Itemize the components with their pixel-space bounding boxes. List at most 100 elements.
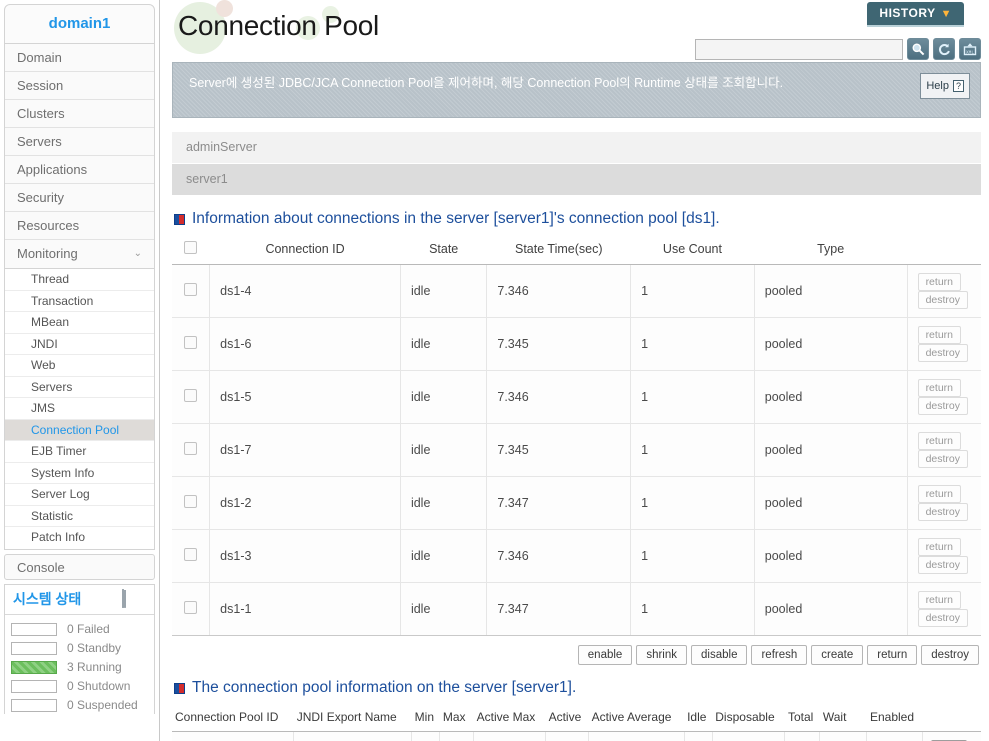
help-button[interactable]: Help ? xyxy=(920,73,970,99)
svg-text:XML: XML xyxy=(966,50,974,55)
cell-enabled: true xyxy=(866,731,924,741)
row-return-button[interactable]: return xyxy=(917,432,961,450)
select-all-checkbox[interactable] xyxy=(184,241,198,254)
column-header: Disposable xyxy=(712,703,785,732)
sidebar-item-domain[interactable]: Domain xyxy=(5,44,154,72)
cell-use-count: 1 xyxy=(630,423,755,477)
table-row: ds1ds1230000707falsetruestmt xyxy=(172,731,981,741)
row-return-button[interactable]: return xyxy=(917,379,961,397)
create-button[interactable]: create xyxy=(811,645,864,665)
disable-button[interactable]: disable xyxy=(691,645,748,665)
sidebar-item-server-log[interactable]: Server Log xyxy=(5,484,154,506)
sidebar-item-label: Connection Pool xyxy=(31,422,120,437)
cell-type: pooled xyxy=(754,423,908,477)
sidebar-item-label: Clusters xyxy=(17,106,65,121)
enable-button[interactable]: enable xyxy=(577,645,633,665)
status-label: 0 Standby xyxy=(67,641,122,655)
cell-type: pooled xyxy=(754,529,908,583)
connections-action-bar: enable shrink disable refresh create return de… xyxy=(172,645,981,665)
destroy-button[interactable]: destroy xyxy=(921,645,979,665)
laptop-icon[interactable] xyxy=(120,589,146,608)
sidebar-item-servers[interactable]: Servers xyxy=(5,128,154,156)
row-destroy-button[interactable]: destroy xyxy=(917,556,968,574)
shrink-button[interactable]: shrink xyxy=(636,645,688,665)
status-swatch xyxy=(11,622,57,636)
status-swatch xyxy=(11,679,57,693)
row-destroy-button[interactable]: destroy xyxy=(917,450,968,468)
sidebar-item-console[interactable]: Console xyxy=(4,553,155,580)
refresh-button[interactable]: refresh xyxy=(751,645,808,665)
cell-active-max: 0 xyxy=(473,731,547,741)
system-status-rows: 0 Failed 0 Standby 3 Running 0 Shutdown 0 Su… xyxy=(5,615,154,715)
column-header xyxy=(172,234,210,265)
sidebar-item-jndi[interactable]: JNDI xyxy=(5,334,154,355)
history-button[interactable]: HISTORY ▼ xyxy=(867,2,964,25)
sidebar-item-clusters[interactable]: Clusters xyxy=(5,100,154,128)
return-button[interactable]: return xyxy=(867,645,918,665)
sidebar-item-patch-info[interactable]: Patch Info xyxy=(5,527,154,549)
sidebar-item-label: Applications xyxy=(17,162,88,177)
row-return-button[interactable]: return xyxy=(917,326,961,344)
sidebar-item-transaction[interactable]: Transaction xyxy=(5,291,154,312)
sidebar-item-label: EJB Timer xyxy=(31,444,87,458)
row-destroy-button[interactable]: destroy xyxy=(917,397,968,415)
cell-state-time: 7.346 xyxy=(486,264,632,318)
sidebar-item-applications[interactable]: Applications xyxy=(5,156,154,184)
row-destroy-button[interactable]: destroy xyxy=(917,344,968,362)
sidebar-item-jms[interactable]: JMS xyxy=(5,398,154,420)
row-checkbox[interactable] xyxy=(184,389,198,402)
sidebar-item-security[interactable]: Security xyxy=(5,184,154,212)
page-header: Connection Pool HISTORY ▼ XML xyxy=(172,0,981,60)
row-destroy-button[interactable]: destroy xyxy=(917,291,968,309)
row-return-button[interactable]: return xyxy=(917,591,961,609)
status-row: 3 Running xyxy=(11,658,148,677)
server-bar-adminServer[interactable]: adminServer xyxy=(172,132,981,164)
row-checkbox[interactable] xyxy=(184,601,198,614)
row-actions-cell: returndestroy xyxy=(907,370,981,424)
cell-state-time: 7.347 xyxy=(486,476,632,530)
sidebar-item-monitoring[interactable]: Monitoring ⌄ xyxy=(5,240,154,268)
table-row: ds1-4 idle 7.346 1 pooled returndestroy xyxy=(172,264,981,318)
description-text: Server에 생성된 JDBC/JCA Connection Pool을 제어… xyxy=(189,76,784,90)
row-destroy-button[interactable]: destroy xyxy=(917,503,968,521)
sidebar-item-resources[interactable]: Resources xyxy=(5,212,154,240)
sidebar-item-label: MBean xyxy=(31,315,70,329)
sidebar-item-system-info[interactable]: System Info xyxy=(5,463,154,484)
row-checkbox[interactable] xyxy=(184,442,198,455)
sidebar-item-label: System Info xyxy=(31,465,95,480)
sidebar-item-web[interactable]: Web xyxy=(5,355,154,377)
cell-state-time: 7.345 xyxy=(486,423,632,477)
pool-section-title-text: The connection pool information on the s… xyxy=(192,679,577,696)
sidebar-item-mbean[interactable]: MBean xyxy=(5,312,154,334)
row-return-button[interactable]: return xyxy=(917,485,961,503)
sidebar-item-servers[interactable]: Servers xyxy=(5,377,154,398)
column-header: Total xyxy=(784,703,820,732)
chevron-down-icon: ⌄ xyxy=(133,248,142,259)
search-input[interactable] xyxy=(695,38,903,60)
sidebar-item-connection-pool[interactable]: Connection Pool xyxy=(5,419,154,441)
row-actions-cell: returndestroy xyxy=(907,582,981,636)
cell-connection-id: ds1-5 xyxy=(209,370,401,424)
row-checkbox[interactable] xyxy=(184,336,198,349)
row-checkbox[interactable] xyxy=(184,283,198,296)
column-header: Use Count xyxy=(630,234,755,265)
search-icon[interactable] xyxy=(907,38,929,60)
server-bar-label: server1 xyxy=(186,172,228,186)
sidebar-item-statistic[interactable]: Statistic xyxy=(5,506,154,527)
row-select-cell xyxy=(172,476,211,530)
server-bar-server1[interactable]: server1 xyxy=(172,164,981,196)
sidebar-item-thread[interactable]: Thread xyxy=(5,269,154,291)
row-checkbox[interactable] xyxy=(184,548,198,561)
sidebar-item-ejb-timer[interactable]: EJB Timer xyxy=(5,441,154,463)
cell-max: 30 xyxy=(439,731,475,741)
column-header: Enabled xyxy=(866,703,923,732)
refresh-export-icon[interactable] xyxy=(933,38,955,60)
row-checkbox[interactable] xyxy=(184,495,198,508)
row-destroy-button[interactable]: destroy xyxy=(917,609,968,627)
row-return-button[interactable]: return xyxy=(917,273,961,291)
row-return-button[interactable]: return xyxy=(917,538,961,556)
xml-export-icon[interactable]: XML xyxy=(959,38,981,60)
cell-state-time: 7.346 xyxy=(486,370,632,424)
sidebar-item-session[interactable]: Session xyxy=(5,72,154,100)
cell-connection-id: ds1-6 xyxy=(209,317,401,371)
